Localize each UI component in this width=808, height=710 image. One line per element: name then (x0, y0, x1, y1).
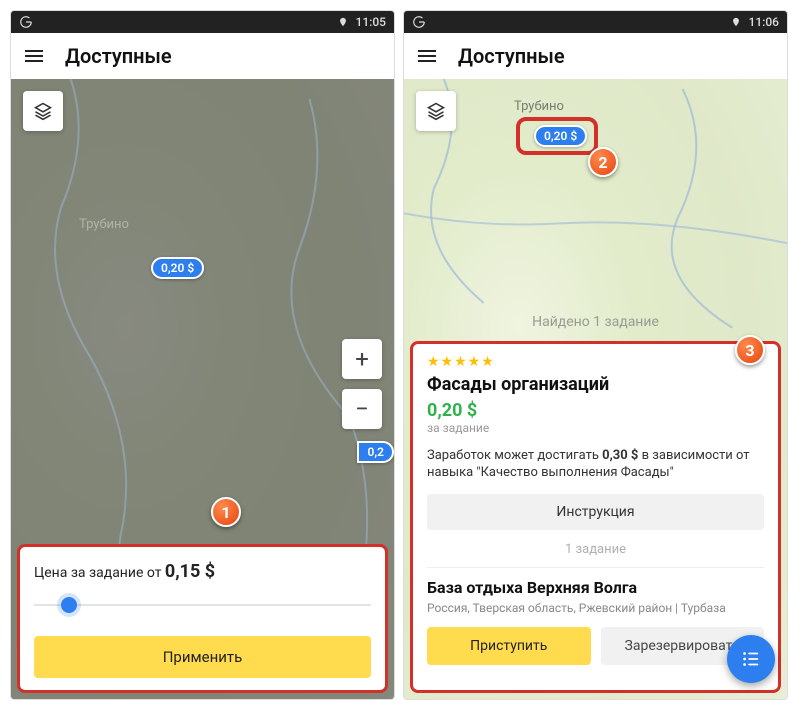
task-description: Заработок может достигать 0,30 $ в завис… (427, 447, 764, 482)
task-card: ★★★★★ Фасады организаций 0,20 $ за задан… (410, 341, 781, 693)
action-row: Приступить Зарезервировать (427, 627, 764, 665)
menu-icon[interactable] (25, 50, 43, 62)
start-button[interactable]: Приступить (427, 627, 591, 665)
clock-text: 11:06 (749, 15, 779, 29)
price-slider[interactable] (34, 604, 371, 606)
price-filter-panel: Цена за задание от 0,15 $ Применить (17, 544, 388, 693)
map-place-label: Трубино (79, 217, 129, 232)
status-bar: 11:05 (11, 11, 394, 33)
rating-stars: ★★★★★ (427, 354, 764, 370)
phone-left: 11:05 Доступные Трубино 0,20 $ 0,2 + − Ц… (10, 10, 395, 700)
annotation-badge-3: 3 (735, 335, 765, 365)
page-title: Доступные (458, 44, 565, 68)
place-title: База отдыха Верхняя Волга (427, 578, 764, 597)
status-bar: 11:06 (404, 11, 787, 33)
app-header: Доступные (404, 33, 787, 79)
annotation-badge-1: 1 (211, 497, 241, 527)
task-title: Фасады организаций (427, 374, 764, 396)
layers-button[interactable] (416, 91, 456, 131)
slider-thumb[interactable] (61, 597, 77, 613)
task-price-caption: за задание (427, 421, 764, 435)
location-icon (731, 17, 741, 27)
price-pin-partial: 0,2 (357, 441, 394, 463)
task-price: 0,20 $ (427, 400, 764, 421)
google-icon (19, 15, 33, 29)
location-icon (338, 17, 348, 27)
found-count: Найдено 1 задание (404, 314, 787, 330)
price-filter-label: Цена за задание от 0,15 $ (34, 561, 371, 582)
map-area[interactable]: Трубино 0,20 $ 0,2 + − Цена за задание о… (11, 79, 394, 699)
zoom-out-button[interactable]: − (342, 389, 382, 429)
page-title: Доступные (65, 44, 172, 68)
map-area[interactable]: Трубино 0,20 $ 2 Найдено 1 задание ★★★★★… (404, 79, 787, 699)
map-place-label: Трубино (514, 99, 564, 114)
apply-button[interactable]: Применить (34, 636, 371, 678)
price-filter-value: 0,15 $ (165, 561, 215, 582)
zoom-in-button[interactable]: + (342, 339, 382, 379)
google-icon (412, 15, 426, 29)
layers-icon (426, 101, 446, 121)
annotation-frame-pin (516, 117, 598, 155)
layers-button[interactable] (23, 91, 63, 131)
app-header: Доступные (11, 33, 394, 79)
list-fab[interactable] (727, 635, 775, 683)
phone-right: 11:06 Доступные Трубино 0,20 $ 2 Найдено… (403, 10, 788, 700)
list-icon (740, 648, 762, 670)
annotation-badge-2: 2 (588, 147, 618, 177)
price-pin[interactable]: 0,20 $ (151, 257, 204, 279)
instruction-button[interactable]: Инструкция (427, 494, 764, 530)
task-count: 1 задание (427, 534, 764, 568)
menu-icon[interactable] (418, 50, 436, 62)
clock-text: 11:05 (356, 15, 386, 29)
layers-icon (33, 101, 53, 121)
place-subtitle: Россия, Тверская область, Ржевский район… (427, 601, 764, 615)
